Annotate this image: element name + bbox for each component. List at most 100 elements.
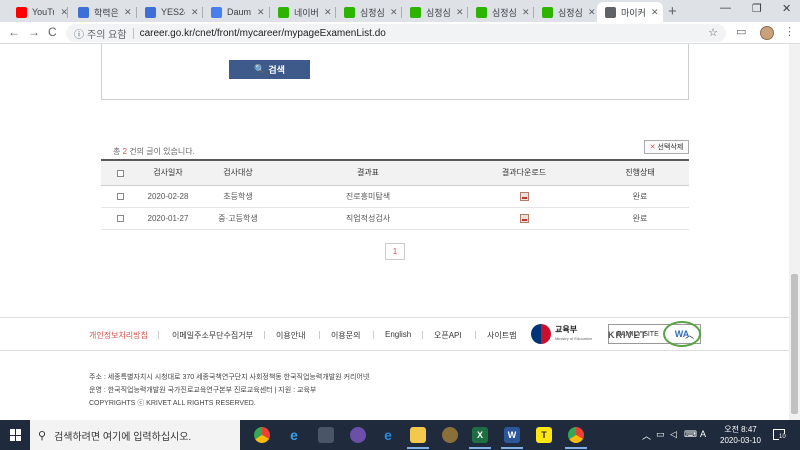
- minimize-button[interactable]: —: [720, 2, 731, 14]
- edge-icon[interactable]: e: [380, 427, 396, 443]
- browser-tab[interactable]: 심정심 ✕: [534, 2, 600, 22]
- file-explorer-icon[interactable]: [407, 427, 429, 449]
- windows-start-icon[interactable]: [10, 429, 22, 441]
- delete-x-icon: ✕: [649, 144, 656, 151]
- chrome-running-icon[interactable]: [565, 427, 587, 449]
- ie-icon[interactable]: e: [286, 427, 302, 443]
- footer-separator: [264, 331, 265, 339]
- table-row: 2020-02-28 초등학생 진로흥미탐색 완료: [101, 185, 689, 208]
- scrollbar-thumb[interactable]: [791, 274, 798, 414]
- media-app-icon[interactable]: [350, 427, 366, 443]
- tab-close-icon[interactable]: ✕: [324, 7, 332, 18]
- page-number-1[interactable]: 1: [385, 243, 405, 260]
- forward-button[interactable]: →: [28, 25, 40, 39]
- tab-close-icon[interactable]: ✕: [651, 7, 659, 18]
- exam-status: 완료: [591, 207, 689, 230]
- tray-chevron-icon[interactable]: ︿: [642, 429, 651, 442]
- bookmark-star-icon[interactable]: ☆: [708, 26, 718, 39]
- back-button[interactable]: ←: [8, 25, 20, 39]
- footer-link-open-api[interactable]: 오픈API: [434, 330, 462, 341]
- chrome-icon[interactable]: [254, 427, 270, 443]
- store-icon[interactable]: [318, 427, 334, 443]
- browser-tab[interactable]: 심정심 ✕: [402, 2, 468, 22]
- menu-icon[interactable]: ⋮: [784, 25, 795, 38]
- ime-indicator[interactable]: A: [700, 429, 706, 439]
- row-checkbox[interactable]: [116, 214, 124, 222]
- info-icon[interactable]: ⓘ: [74, 26, 84, 41]
- browser-tab[interactable]: 심정심 ✕: [336, 2, 402, 22]
- tab-close-icon[interactable]: ✕: [456, 7, 464, 18]
- new-tab-button[interactable]: +: [668, 3, 677, 20]
- taskbar-search-box[interactable]: ⚲ 검색하려면 여기에 입력하십시오.: [30, 420, 240, 450]
- footer-link-email-refusal[interactable]: 이메일주소무단수집거부: [172, 330, 253, 341]
- word-icon[interactable]: W: [501, 427, 523, 449]
- footer-link-english[interactable]: English: [385, 330, 411, 339]
- volume-icon[interactable]: ◁: [670, 429, 677, 440]
- moe-logo[interactable]: 교육부 Ministry of Education: [531, 324, 592, 344]
- tab-favicon-icon: [278, 6, 289, 18]
- clock-date: 2020-03-10: [720, 436, 761, 445]
- network-icon[interactable]: ▭: [656, 429, 665, 440]
- keyboard-icon[interactable]: ⌨: [684, 429, 697, 440]
- tab-favicon-icon: [542, 6, 553, 18]
- exam-target: 중·고등학생: [197, 207, 279, 230]
- pdf-download-icon[interactable]: [519, 213, 529, 223]
- page-scrollbar[interactable]: [789, 44, 800, 420]
- tab-title: 학력은: [94, 7, 118, 18]
- browser-tab[interactable]: YouTube✕: [8, 2, 68, 22]
- table-row: 2020-01-27 중·고등학생 직업적성검사 완료: [101, 207, 689, 230]
- browser-tab[interactable]: 학력은 ✕: [70, 2, 137, 22]
- browser-tab[interactable]: YES24 ✕: [137, 2, 203, 22]
- footer-separator: [475, 331, 476, 339]
- krivet-logo[interactable]: KRIVET: [608, 330, 647, 340]
- table-header-row: 검사일자 검사대상 결과표 결과다운로드 진행상태: [101, 159, 689, 186]
- system-clock[interactable]: 오전 8:47 2020-03-10: [720, 424, 761, 446]
- browser-tab[interactable]: Daum ✕: [203, 2, 270, 22]
- moe-emblem-icon: [531, 324, 551, 344]
- app-icon[interactable]: [442, 427, 458, 443]
- windows-taskbar: ⚲ 검색하려면 여기에 입력하십시오. e e X W T ︿ ▭ ◁ ⌨ A …: [0, 420, 800, 450]
- extension-icon[interactable]: ▭: [736, 25, 746, 38]
- row-select-cell: [101, 207, 139, 230]
- address-divider: [132, 27, 134, 39]
- footer-link-inquiry[interactable]: 이용문의: [331, 330, 360, 341]
- col-header-date: 검사일자: [139, 159, 197, 186]
- tab-close-icon[interactable]: ✕: [522, 7, 530, 18]
- tab-close-icon[interactable]: ✕: [390, 7, 398, 18]
- exam-result-link[interactable]: 직업적성검사: [279, 207, 457, 230]
- address-bar[interactable]: ⓘ 주의 요함 career.go.kr/cnet/front/mycareer…: [66, 24, 726, 42]
- count-prefix: 총: [113, 147, 121, 156]
- count-number: 2: [122, 147, 128, 156]
- tab-title: 심정심: [558, 7, 582, 18]
- tab-favicon-icon: [605, 6, 616, 18]
- download-cell: [457, 185, 591, 208]
- profile-avatar[interactable]: [760, 26, 774, 40]
- pdf-download-icon[interactable]: [519, 191, 529, 201]
- close-window-button[interactable]: ✕: [782, 2, 791, 15]
- footer-link-guide[interactable]: 이용안내: [276, 330, 305, 341]
- select-all-checkbox[interactable]: [116, 169, 124, 177]
- tab-favicon-icon: [410, 6, 421, 18]
- exam-result-link[interactable]: 진로흥미탐색: [279, 185, 457, 208]
- tab-close-icon[interactable]: ✕: [588, 7, 596, 18]
- browser-tab[interactable]: 네이버 ✕: [270, 2, 336, 22]
- browser-tab[interactable]: 심정심 ✕: [468, 2, 534, 22]
- browser-tab[interactable]: 마이커리 ✕: [597, 2, 663, 22]
- row-checkbox[interactable]: [116, 192, 124, 200]
- col-header-target: 검사대상: [197, 159, 279, 186]
- maximize-button[interactable]: ❐: [752, 2, 762, 15]
- row-select-cell: [101, 185, 139, 208]
- search-button[interactable]: 🔍 검색: [229, 60, 310, 79]
- reload-button[interactable]: C: [48, 25, 57, 39]
- browser-toolbar: ← → C ⓘ 주의 요함 career.go.kr/cnet/front/my…: [0, 22, 800, 44]
- footer-link-sitemap[interactable]: 사이트맵: [487, 330, 516, 341]
- excel-icon[interactable]: X: [469, 427, 491, 449]
- kakaotalk-icon[interactable]: T: [536, 427, 552, 443]
- delete-selected-button[interactable]: ✕ 선택삭제: [644, 140, 689, 154]
- url-text[interactable]: career.go.kr/cnet/front/mycareer/mypageE…: [140, 28, 386, 39]
- tab-close-icon[interactable]: ✕: [191, 7, 199, 18]
- footer-link-privacy[interactable]: 개인정보처리방침: [89, 330, 148, 341]
- tab-close-icon[interactable]: ✕: [124, 7, 132, 18]
- clock-time: 오전 8:47: [724, 425, 757, 434]
- tab-close-icon[interactable]: ✕: [257, 7, 265, 18]
